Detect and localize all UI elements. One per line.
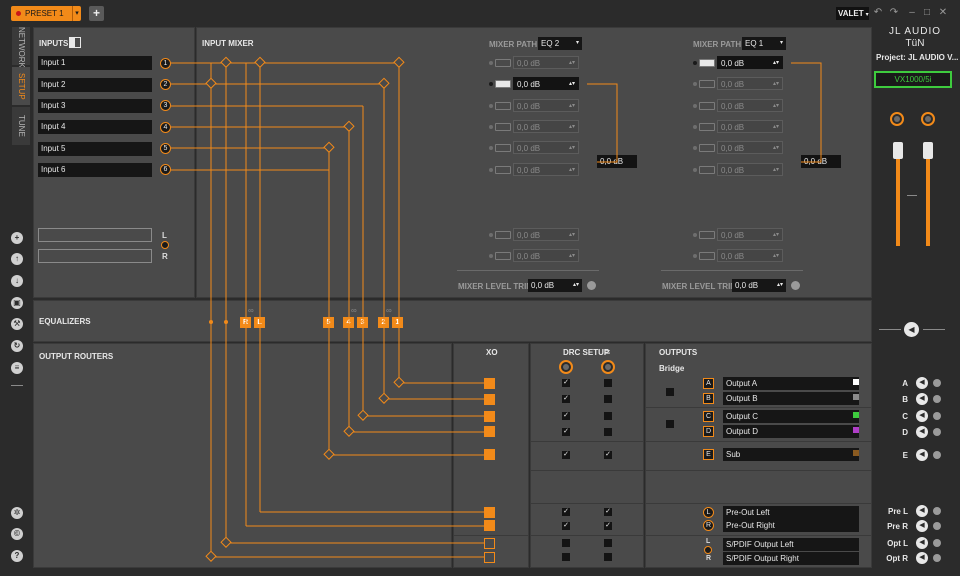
divider [907, 195, 917, 196]
mute-indicator[interactable] [933, 379, 941, 387]
mute-indicator[interactable] [933, 412, 941, 420]
mute-indicator[interactable] [933, 554, 941, 562]
route-label: Opt R [886, 554, 908, 563]
route-label: Pre L [887, 507, 908, 516]
mute-indicator[interactable] [933, 539, 941, 547]
route-label: D [902, 428, 908, 437]
speaker-icon[interactable]: ◀ [916, 537, 928, 549]
speaker-icon[interactable]: ◀ [916, 520, 928, 532]
device-badge[interactable]: VX1000/5i [874, 71, 952, 88]
fader-track-1 [896, 148, 900, 246]
master-knob-1[interactable] [890, 112, 904, 126]
mute-indicator[interactable] [933, 507, 941, 515]
project-name: Project: JL AUDIO V... [876, 53, 959, 62]
mute-indicator[interactable] [933, 428, 941, 436]
mute-indicator[interactable] [933, 451, 941, 459]
route-label: B [902, 395, 908, 404]
route-label: Pre R [887, 522, 908, 531]
fader-handle-2[interactable] [923, 142, 933, 159]
divider [923, 329, 945, 330]
master-knob-2[interactable] [921, 112, 935, 126]
master-speaker-icon[interactable]: ◀ [904, 322, 919, 337]
mute-indicator[interactable] [933, 395, 941, 403]
route-label: E [902, 451, 908, 460]
speaker-icon[interactable]: ◀ [916, 377, 928, 389]
route-label: C [902, 412, 908, 421]
fader-handle-1[interactable] [893, 142, 903, 159]
speaker-icon[interactable]: ◀ [916, 393, 928, 405]
mute-indicator[interactable] [933, 522, 941, 530]
logo-line2: TüN [905, 38, 925, 49]
speaker-icon[interactable]: ◀ [916, 426, 928, 438]
fader-track-2 [926, 148, 930, 246]
speaker-icon[interactable]: ◀ [916, 505, 928, 517]
routing-diagram [171, 56, 822, 562]
divider [879, 329, 901, 330]
route-label: Opt L [887, 539, 908, 548]
speaker-icon[interactable]: ◀ [916, 552, 928, 564]
speaker-icon[interactable]: ◀ [916, 449, 928, 461]
speaker-icon[interactable]: ◀ [916, 410, 928, 422]
route-label: A [902, 379, 908, 388]
logo-line1: JL AUDIO [888, 26, 942, 37]
